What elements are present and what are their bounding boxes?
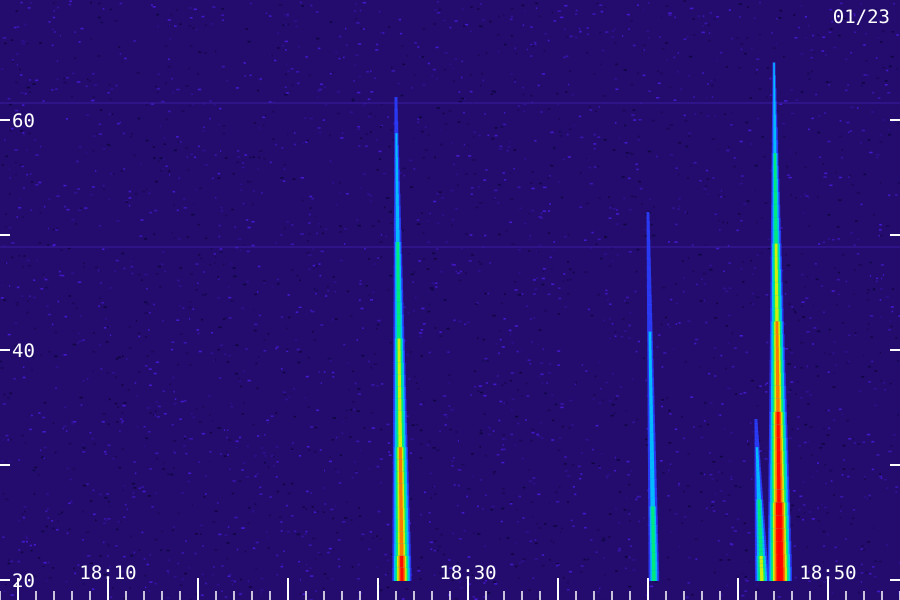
spectrogram-chart: 20 40 60 18:10 18:30 18:50 01/23: [0, 0, 900, 600]
x-tick-label: 18:10: [79, 562, 136, 584]
y-tick-label: 40: [12, 340, 35, 362]
x-tick-label: 18:30: [439, 562, 496, 584]
plot-background: [0, 0, 900, 600]
y-tick-label: 60: [12, 110, 35, 132]
y-tick-label: 20: [12, 570, 35, 592]
x-tick-label: 18:50: [799, 562, 856, 584]
date-label: 01/23: [833, 6, 890, 28]
